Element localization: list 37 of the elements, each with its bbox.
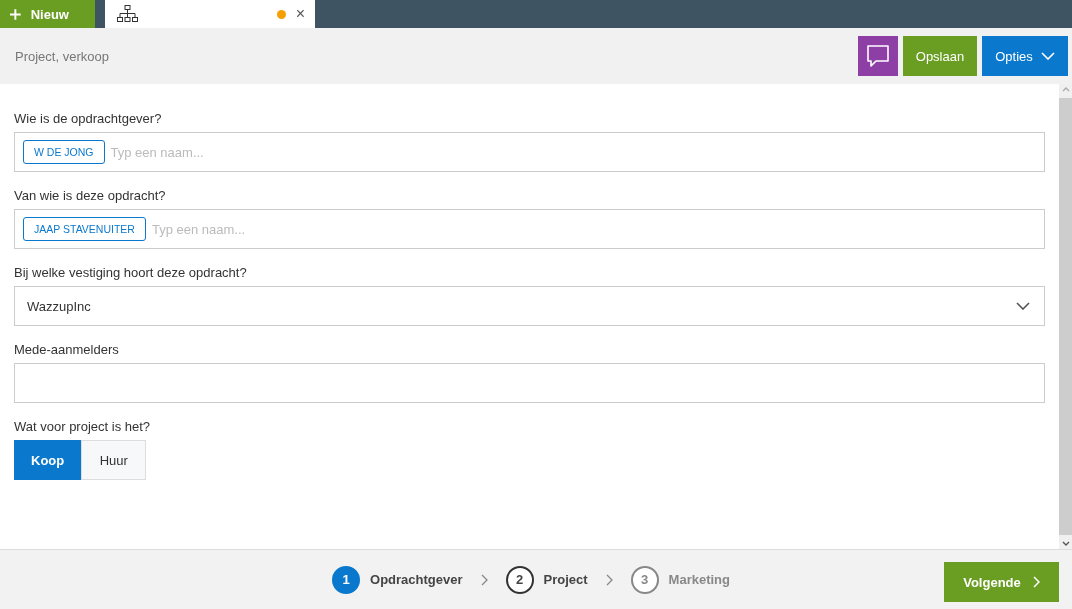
document-tab[interactable]: × xyxy=(105,0,315,28)
chat-button[interactable] xyxy=(858,36,898,76)
speech-bubble-icon xyxy=(866,44,890,68)
new-button[interactable]: Nieuw xyxy=(0,0,95,28)
scroll-down-icon[interactable] xyxy=(1061,541,1070,546)
text-input-field[interactable] xyxy=(14,363,1045,403)
step-number: 3 xyxy=(630,565,659,594)
toggle-option[interactable]: Huur xyxy=(81,440,147,480)
field-label: Van wie is deze opdracht? xyxy=(14,188,166,203)
field-label: Mede-aanmelders xyxy=(14,342,119,357)
field-label: Wat voor project is het? xyxy=(14,419,151,434)
step-number: 1 xyxy=(332,565,360,594)
chevron-down-icon xyxy=(1040,52,1055,60)
chevron-down-icon xyxy=(1016,302,1030,310)
field-label: Bij welke vestiging hoort deze opdracht? xyxy=(14,265,247,280)
step-label[interactable]: Project xyxy=(543,572,588,587)
dropdown-field[interactable]: WazzupInc xyxy=(14,286,1045,326)
step-number: 2 xyxy=(505,565,534,594)
toggle-option[interactable]: Koop xyxy=(14,440,82,480)
close-button[interactable]: × xyxy=(295,6,305,22)
plus-icon xyxy=(10,8,21,20)
save-button[interactable]: Opslaan xyxy=(903,36,977,76)
name-input-field[interactable]: W DE JONG Typ een naam... xyxy=(14,132,1045,172)
scrollbar[interactable] xyxy=(1059,84,1072,549)
sitemap-icon xyxy=(117,5,138,23)
scroll-up-icon[interactable] xyxy=(1061,87,1070,92)
chevron-right-icon xyxy=(1032,576,1040,588)
step-label[interactable]: Opdrachtgever xyxy=(370,572,463,587)
options-button[interactable]: Opties xyxy=(982,36,1068,76)
name-tag[interactable]: JAAP STAVENUITER xyxy=(23,217,146,241)
chevron-right-icon xyxy=(480,573,488,586)
next-button[interactable]: Volgende xyxy=(944,562,1059,602)
field-label: Wie is de opdrachtgever? xyxy=(14,111,162,126)
name-tag[interactable]: W DE JONG xyxy=(23,140,105,164)
page-title: Project, verkoop xyxy=(15,48,109,64)
chevron-right-icon xyxy=(605,573,613,586)
name-input-field[interactable]: JAAP STAVENUITER Typ een naam... xyxy=(14,209,1045,249)
